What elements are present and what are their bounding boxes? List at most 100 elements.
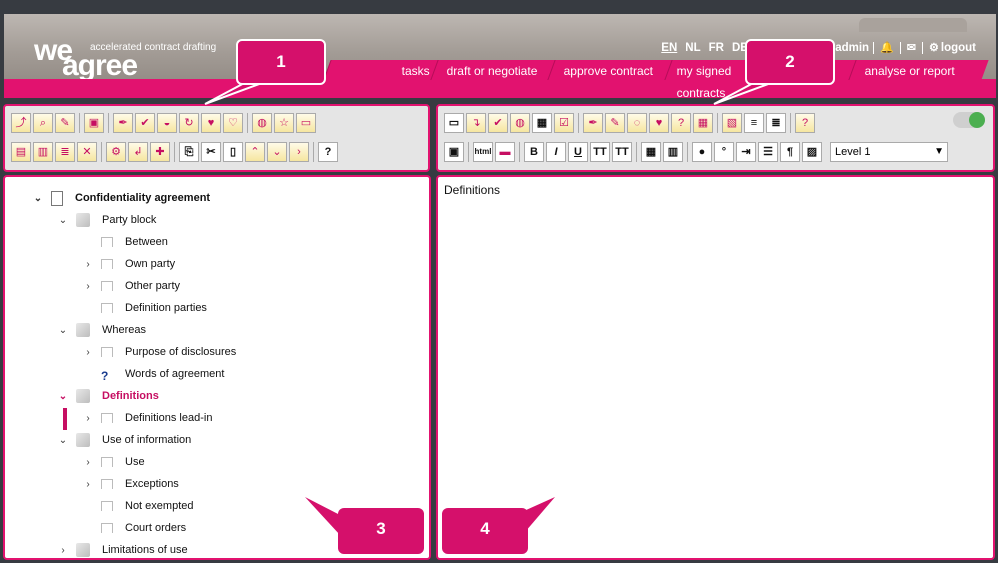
heart-check-icon[interactable]: ♥ — [201, 113, 221, 133]
check-pen-icon[interactable]: ✔ — [135, 113, 155, 133]
move-down-icon[interactable]: ⌄ — [267, 142, 287, 162]
pen-check-icon[interactable]: ✒ — [583, 113, 603, 133]
chevron-down-icon[interactable]: ⌄ — [33, 193, 43, 204]
chevron-down-icon[interactable]: ⌄ — [58, 391, 68, 402]
blank-page-icon[interactable]: ▭ — [296, 113, 316, 133]
comment-icon[interactable]: ✎ — [55, 113, 75, 133]
tree-node[interactable]: ⌄ Party block — [58, 209, 156, 231]
check-icon[interactable]: ✔ — [488, 113, 508, 133]
lang-fr[interactable]: FR — [709, 42, 724, 54]
tree-node[interactable]: › Definitions lead-in — [83, 407, 212, 429]
italic-button[interactable]: I — [546, 142, 566, 162]
tree-node[interactable]: › Use — [83, 451, 144, 473]
heart-question-icon[interactable]: ♡ — [223, 113, 243, 133]
tree-node[interactable]: › Other party — [83, 275, 180, 297]
mode-toggle[interactable] — [953, 112, 985, 128]
chevron-right-icon[interactable]: › — [83, 259, 93, 270]
tree-node[interactable]: › Exceptions — [83, 473, 178, 495]
tab-approve-contract[interactable]: approve contract — [547, 60, 680, 80]
find-icon[interactable]: ⌕ — [33, 113, 53, 133]
chevron-down-icon[interactable]: ⌄ — [58, 435, 68, 446]
chevron-down-icon[interactable]: ⌄ — [58, 325, 68, 336]
chevron-right-icon[interactable]: › — [83, 479, 93, 490]
tab-analyse-or-report[interactable]: analyse or report — [848, 60, 989, 80]
box-x-icon[interactable]: ✕ — [77, 142, 97, 162]
box-check-icon[interactable]: ▤ — [11, 142, 31, 162]
paragraph-icon[interactable]: ¶ — [780, 142, 800, 162]
image-frame-icon[interactable]: ▨ — [802, 142, 822, 162]
minus-icon[interactable]: ▬ — [495, 142, 515, 162]
uppercase-button[interactable]: TT — [590, 142, 610, 162]
globe-icon[interactable]: ◍ — [252, 113, 272, 133]
chevron-right-icon[interactable]: › — [83, 347, 93, 358]
help-pink-icon[interactable]: ? — [795, 113, 815, 133]
cut-icon[interactable]: ✂ — [201, 142, 221, 162]
up-folder-icon[interactable]: ⤴ — [11, 113, 31, 133]
tree-node[interactable]: Definition parties — [83, 297, 207, 319]
tree-node[interactable]: ? Words of agreement — [83, 363, 224, 385]
add-node-icon[interactable]: ✚ — [150, 142, 170, 162]
box-edit-icon[interactable]: ▥ — [33, 142, 53, 162]
tree-node[interactable]: ⌄ Use of information — [58, 429, 191, 451]
stack-icon[interactable]: ≣ — [55, 142, 75, 162]
chevron-right-icon[interactable]: › — [58, 545, 68, 556]
lang-en[interactable]: EN — [661, 42, 677, 54]
doc-check-icon[interactable]: ☑ — [554, 113, 574, 133]
editor-panel[interactable]: Definitions — [436, 175, 995, 560]
tab-draft-or-negotiate[interactable]: draft or negotiate — [430, 60, 563, 80]
indent-icon[interactable]: ⇥ — [736, 142, 756, 162]
tree-node[interactable]: ⌄ Whereas — [58, 319, 146, 341]
calendar-icon[interactable]: ▦ — [532, 113, 552, 133]
underline-button[interactable]: U — [568, 142, 588, 162]
save-icon[interactable]: ▣ — [444, 142, 464, 162]
list-icon[interactable]: ≡ — [744, 113, 764, 133]
copy-icon[interactable]: ⎘ — [179, 142, 199, 162]
logout-link[interactable]: logout — [941, 42, 976, 54]
editor-content[interactable]: Definitions — [444, 183, 500, 197]
smallcaps-button[interactable]: TT — [612, 142, 632, 162]
table-check-icon[interactable]: ▦ — [693, 113, 713, 133]
tab-tasks[interactable]: tasks — [323, 60, 446, 80]
refresh-icon[interactable]: ↻ — [179, 113, 199, 133]
chevron-right-icon[interactable]: › — [83, 281, 93, 292]
help-icon[interactable]: ? — [318, 142, 338, 162]
pen-icon[interactable]: ✒ — [113, 113, 133, 133]
html-button[interactable]: html — [473, 142, 493, 162]
degree-button[interactable]: ° — [714, 142, 734, 162]
lang-nl[interactable]: NL — [685, 42, 700, 54]
tree-node[interactable]: Between — [83, 231, 168, 253]
globe-icon[interactable]: ◍ — [510, 113, 530, 133]
bell-icon[interactable]: 🔔 — [880, 41, 894, 54]
bold-button[interactable]: B — [524, 142, 544, 162]
tree-node[interactable]: ⌄ Confidentiality agreement — [33, 187, 210, 209]
move-up-icon[interactable]: ⌃ — [245, 142, 265, 162]
paste-icon[interactable]: ▯ — [223, 142, 243, 162]
tree-node[interactable]: Not exempted — [83, 495, 193, 517]
image-icon[interactable]: ▧ — [722, 113, 742, 133]
tree-node[interactable]: › Limitations of use — [58, 539, 188, 558]
heart-check-icon[interactable]: ♥ — [649, 113, 669, 133]
align-icon[interactable]: ☰ — [758, 142, 778, 162]
chevron-right-icon[interactable]: › — [83, 413, 93, 424]
tree-node[interactable]: › Own party — [83, 253, 175, 275]
tree-node[interactable]: › Purpose of disclosures — [83, 341, 236, 363]
tree-node[interactable]: Court orders — [83, 517, 186, 539]
chevron-right-icon[interactable]: › — [83, 457, 93, 468]
table-icon[interactable]: ▦ — [641, 142, 661, 162]
pencil-icon[interactable]: ✎ — [605, 113, 625, 133]
package-icon[interactable]: ▣ — [84, 113, 104, 133]
mail-icon[interactable]: ✉ — [907, 41, 916, 54]
tree-node-selected[interactable]: ⌄ Definitions — [58, 385, 159, 407]
chevron-down-icon[interactable]: ⌄ — [58, 215, 68, 226]
box-settings-icon[interactable]: ⚙ — [106, 142, 126, 162]
speech-check-icon[interactable]: ◌ — [627, 113, 647, 133]
field-icon[interactable]: ▭ — [444, 113, 464, 133]
question-check-icon[interactable]: ? — [671, 113, 691, 133]
numbered-list-icon[interactable]: ≣ — [766, 113, 786, 133]
bullet-icon[interactable]: ● — [692, 142, 712, 162]
star-icon[interactable]: ☆ — [274, 113, 294, 133]
level-select[interactable]: Level 1 ▼ — [830, 142, 948, 162]
return-icon[interactable]: ↲ — [128, 142, 148, 162]
gear-icon[interactable]: ⚙ — [929, 41, 939, 54]
columns-icon[interactable]: ▥ — [663, 142, 683, 162]
